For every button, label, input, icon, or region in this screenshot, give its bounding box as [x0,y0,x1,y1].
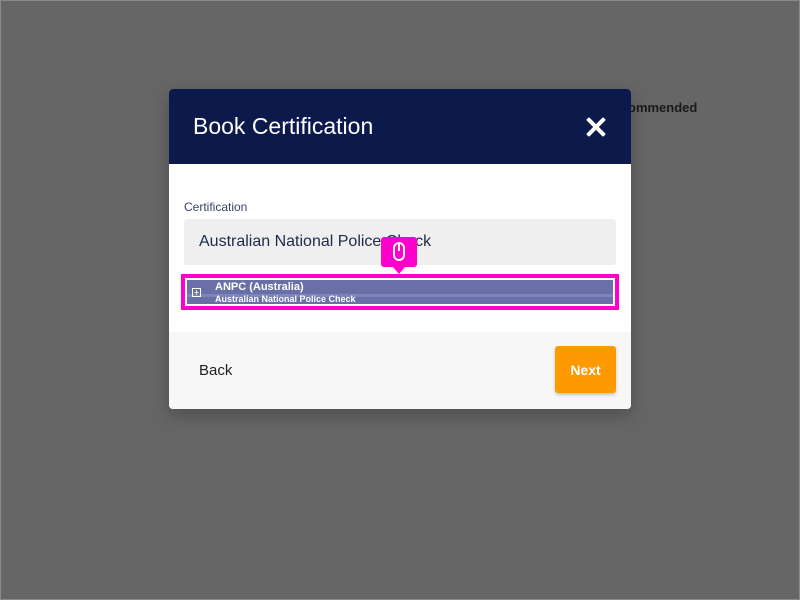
dialog-header: Book Certification [169,89,631,164]
book-certification-dialog: Book Certification Certification Austral… [169,89,631,409]
suggestion-title: ANPC (Australia) [215,281,304,293]
suggestion-item-body[interactable]: + ANPC (Australia) Australian National P… [187,280,613,304]
mouse-icon [393,242,405,261]
certification-label: Certification [184,200,248,214]
dialog-title: Book Certification [193,113,374,139]
background-recommended-text: ommended [628,100,698,115]
dialog-footer: Back Next [169,332,631,409]
back-button[interactable]: Back [199,362,232,379]
next-button[interactable]: Next [555,346,616,393]
suggestion-item-anpc[interactable]: + ANPC (Australia) Australian National P… [181,274,619,310]
close-icon[interactable] [585,116,607,138]
expand-icon: + [192,288,201,297]
mouse-click-indicator [381,237,417,274]
suggestion-subtitle: Australian National Police Check [215,294,356,304]
